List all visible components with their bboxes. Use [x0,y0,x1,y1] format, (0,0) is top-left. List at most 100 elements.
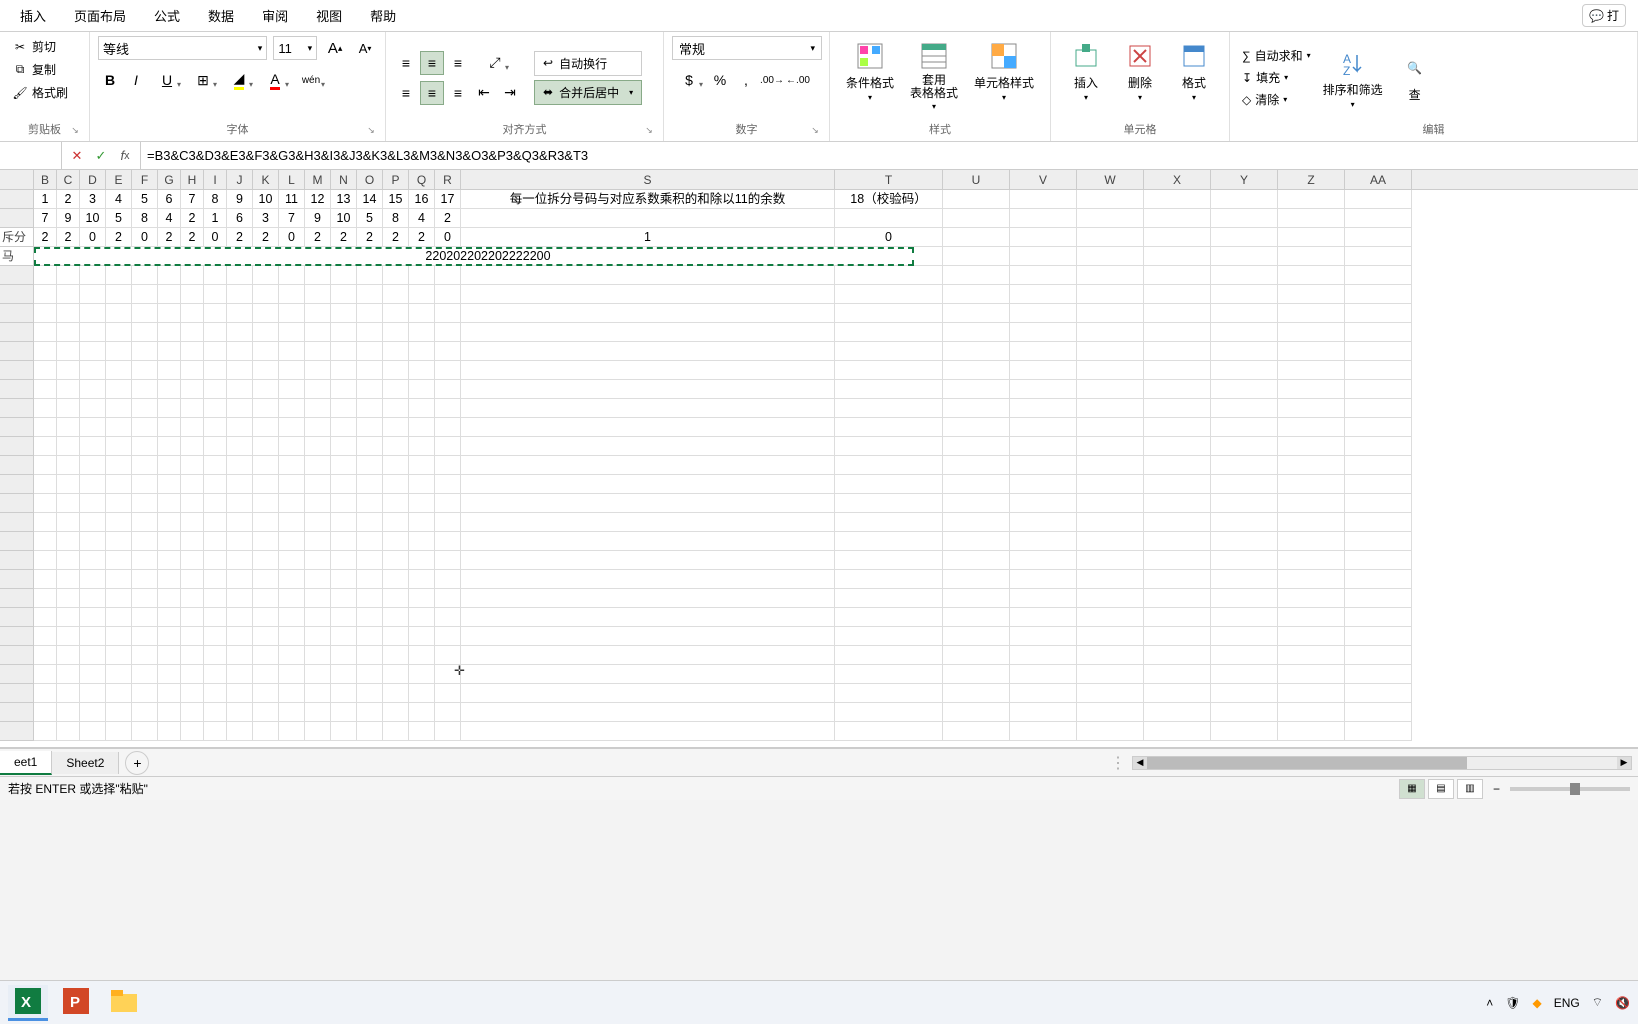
cell[interactable] [1010,722,1077,741]
cell[interactable] [80,437,106,456]
cell[interactable] [106,589,132,608]
cell[interactable] [34,475,57,494]
cell[interactable] [132,589,158,608]
cell[interactable] [253,266,279,285]
cell[interactable] [435,665,461,684]
orientation-button[interactable]: ⤢▾ [478,51,512,75]
cell[interactable] [80,399,106,418]
cell[interactable] [106,285,132,304]
cell[interactable] [1345,437,1412,456]
cell[interactable] [57,494,80,513]
cell[interactable]: 7 [279,209,305,228]
launcher-icon[interactable]: ↘ [365,125,377,137]
cell[interactable] [435,285,461,304]
cell[interactable] [461,532,835,551]
cell[interactable] [181,665,204,684]
cell[interactable] [331,494,357,513]
cell[interactable] [253,722,279,741]
cell[interactable] [331,342,357,361]
cell[interactable] [253,399,279,418]
cell[interactable] [357,266,383,285]
cell[interactable] [1211,475,1278,494]
cell[interactable] [132,646,158,665]
cell[interactable] [409,684,435,703]
cell[interactable] [383,589,409,608]
italic-button[interactable]: I [124,68,148,92]
cell[interactable] [331,570,357,589]
cell[interactable] [106,418,132,437]
menu-review[interactable]: 审阅 [248,0,302,31]
cell[interactable] [227,380,253,399]
cell[interactable] [204,456,227,475]
cell[interactable]: 16 [409,190,435,209]
cell[interactable] [1077,665,1144,684]
cell[interactable] [1010,266,1077,285]
percent-button[interactable]: % [708,68,732,92]
cell[interactable] [1345,247,1412,266]
cell[interactable] [1144,456,1211,475]
cell[interactable] [357,532,383,551]
cell[interactable] [435,456,461,475]
cell[interactable] [305,703,331,722]
align-top-button[interactable]: ≡ [394,51,418,75]
cell[interactable] [158,684,181,703]
cell[interactable] [1144,190,1211,209]
cell[interactable] [1278,608,1345,627]
cell[interactable] [943,627,1010,646]
cell[interactable] [1278,475,1345,494]
cell[interactable]: 15 [383,190,409,209]
cell[interactable] [1211,532,1278,551]
cell[interactable] [158,437,181,456]
cell[interactable] [279,494,305,513]
cell[interactable] [1010,247,1077,266]
cell[interactable] [34,646,57,665]
cell[interactable] [34,456,57,475]
cell[interactable] [132,551,158,570]
cell[interactable] [1144,513,1211,532]
cell[interactable] [409,551,435,570]
cell[interactable] [1077,323,1144,342]
cell[interactable] [158,323,181,342]
sheet-tab-sheet2[interactable]: Sheet2 [52,752,119,774]
cell[interactable] [1077,190,1144,209]
row-header[interactable] [0,722,34,741]
launcher-icon[interactable]: ↘ [643,125,655,137]
cell[interactable] [1211,228,1278,247]
cell[interactable]: 8 [204,190,227,209]
cell[interactable] [835,380,943,399]
cell[interactable] [106,551,132,570]
cell[interactable] [1211,665,1278,684]
cell[interactable] [1144,684,1211,703]
align-bottom-button[interactable]: ≡ [446,51,470,75]
cell[interactable] [409,285,435,304]
cell[interactable] [227,665,253,684]
cell[interactable] [1144,551,1211,570]
cell[interactable] [227,608,253,627]
cell[interactable] [132,456,158,475]
cell[interactable]: 0 [835,228,943,247]
row-header[interactable] [0,304,34,323]
cell[interactable] [253,646,279,665]
cell[interactable] [158,266,181,285]
cell[interactable] [106,608,132,627]
cell[interactable] [181,475,204,494]
cell[interactable] [1278,380,1345,399]
cell[interactable]: 0 [80,228,106,247]
cell[interactable] [435,703,461,722]
cell[interactable] [461,627,835,646]
column-header[interactable]: P [383,170,409,189]
cell[interactable]: 9 [305,209,331,228]
sort-filter-button[interactable]: AZ 排序和筛选 ▾ [1315,43,1391,113]
cell[interactable] [57,551,80,570]
cell[interactable] [461,589,835,608]
cell[interactable] [305,456,331,475]
cell[interactable] [383,551,409,570]
cell[interactable] [305,285,331,304]
row-header[interactable] [0,456,34,475]
cell[interactable] [461,608,835,627]
cell[interactable] [1010,342,1077,361]
cell[interactable] [80,342,106,361]
cell[interactable] [1077,418,1144,437]
cell[interactable] [409,266,435,285]
cell[interactable] [158,285,181,304]
